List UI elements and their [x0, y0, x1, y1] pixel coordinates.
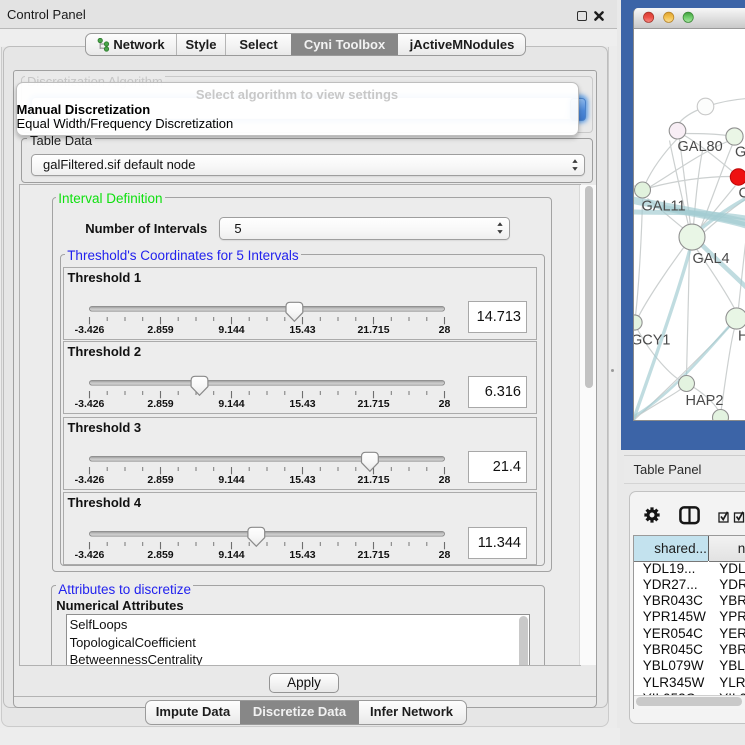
- svg-text:28: 28: [439, 324, 451, 336]
- svg-text:GCY1: GCY1: [634, 332, 671, 348]
- svg-text:GAL4: GAL4: [735, 144, 745, 160]
- svg-text:2.859: 2.859: [148, 549, 174, 561]
- svg-text:21.715: 21.715: [358, 474, 390, 486]
- svg-text:28: 28: [439, 549, 451, 561]
- svg-text:-3.426: -3.426: [75, 398, 105, 410]
- svg-text:15.43: 15.43: [290, 549, 316, 561]
- svg-text:28: 28: [439, 474, 451, 486]
- svg-text:21.715: 21.715: [358, 324, 390, 336]
- svg-text:2.859: 2.859: [148, 398, 174, 410]
- svg-text:2.859: 2.859: [148, 474, 174, 486]
- svg-text:GAL4: GAL4: [692, 251, 729, 267]
- svg-text:9.144: 9.144: [219, 398, 245, 410]
- svg-text:GAL11: GAL11: [641, 198, 685, 214]
- svg-text:CYC8: CYC8: [738, 185, 745, 201]
- svg-text:15.43: 15.43: [290, 474, 316, 486]
- svg-text:21.715: 21.715: [358, 549, 390, 561]
- svg-text:-3.426: -3.426: [75, 324, 105, 336]
- svg-text:9.144: 9.144: [219, 474, 245, 486]
- svg-text:9.144: 9.144: [219, 549, 245, 561]
- svg-text:28: 28: [439, 398, 451, 410]
- svg-text:-3.426: -3.426: [75, 549, 105, 561]
- svg-text:-3.426: -3.426: [75, 474, 105, 486]
- svg-text:15.43: 15.43: [290, 324, 316, 336]
- svg-text:2.859: 2.859: [148, 324, 174, 336]
- svg-text:HAP2: HAP2: [685, 393, 723, 409]
- svg-text:21.715: 21.715: [358, 398, 390, 410]
- svg-text:9.144: 9.144: [219, 324, 245, 336]
- svg-text:15.43: 15.43: [290, 398, 316, 410]
- svg-text:HIS4: HIS4: [738, 328, 745, 344]
- svg-text:GAL80: GAL80: [677, 139, 722, 155]
